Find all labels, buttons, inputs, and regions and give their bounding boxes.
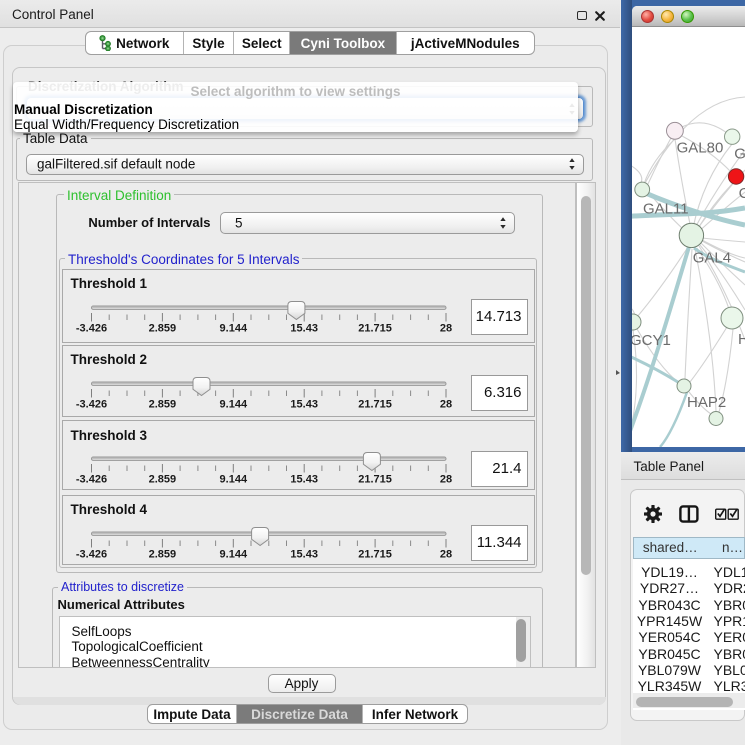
svg-text:28: 28 [439,322,451,334]
svg-text:9.144: 9.144 [219,474,247,486]
svg-text:GA: GA [734,146,745,163]
svg-text:-3.426: -3.426 [75,398,106,410]
svg-text:H: H [738,331,745,348]
svg-text:15.43: 15.43 [290,548,318,560]
svg-text:GCY1: GCY1 [632,332,671,349]
svg-text:2.859: 2.859 [148,548,176,560]
svg-text:21.715: 21.715 [358,548,392,560]
svg-text:2.859: 2.859 [148,474,176,486]
svg-text:28: 28 [439,474,451,486]
svg-text:15.43: 15.43 [290,398,318,410]
svg-text:-3.426: -3.426 [75,548,106,560]
svg-text:21.715: 21.715 [358,474,392,486]
svg-text:15.43: 15.43 [290,474,318,486]
svg-text:C: C [739,185,745,202]
svg-text:9.144: 9.144 [219,548,247,560]
svg-text:28: 28 [439,548,451,560]
svg-text:21.715: 21.715 [358,398,392,410]
svg-text:15.43: 15.43 [290,322,318,334]
svg-text:HAP2: HAP2 [687,394,726,411]
svg-text:GAL80: GAL80 [677,140,724,157]
svg-text:-3.426: -3.426 [75,474,106,486]
svg-text:9.144: 9.144 [219,322,247,334]
svg-text:28: 28 [439,398,451,410]
svg-text:GAL11: GAL11 [643,201,689,218]
svg-text:9.144: 9.144 [219,398,247,410]
svg-text:2.859: 2.859 [148,322,176,334]
svg-text:GAL4: GAL4 [693,250,731,267]
svg-text:-3.426: -3.426 [75,322,106,334]
svg-text:21.715: 21.715 [358,322,392,334]
svg-text:2.859: 2.859 [148,398,176,410]
